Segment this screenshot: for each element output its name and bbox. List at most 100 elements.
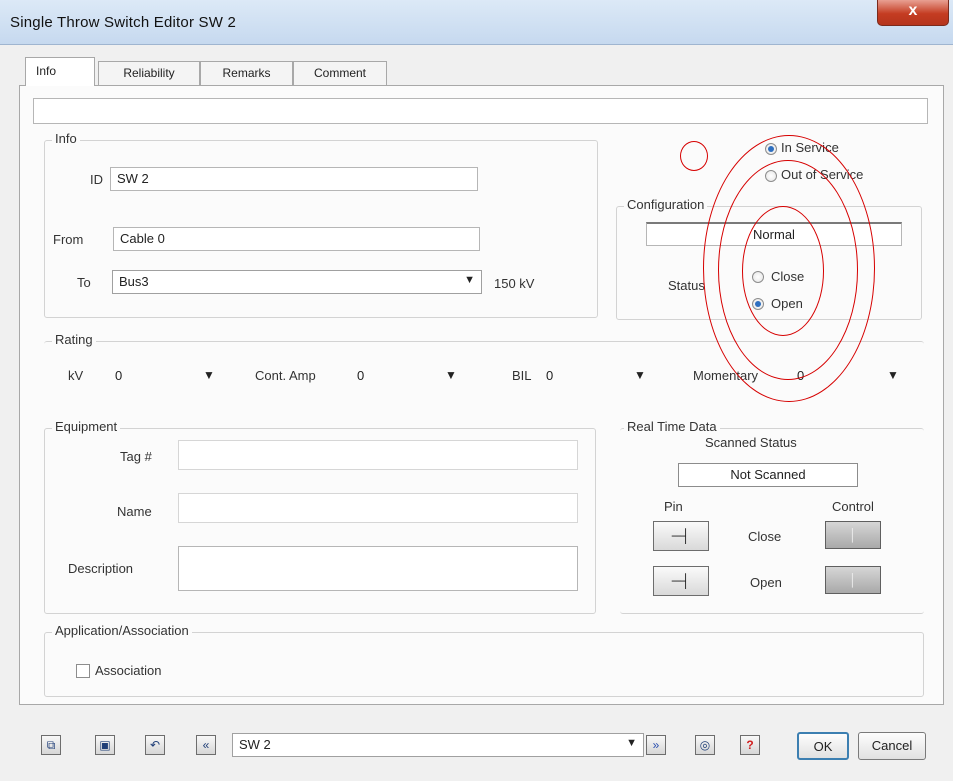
switch-icon: │ bbox=[849, 573, 857, 587]
control-label: Control bbox=[832, 499, 874, 514]
tab-info[interactable]: Info bbox=[25, 57, 95, 86]
momentary-label: Momentary bbox=[693, 368, 759, 383]
to-label: To bbox=[77, 275, 91, 290]
to-bus-select[interactable]: Bus3 ▼ bbox=[112, 270, 482, 294]
chevron-down-icon: ▼ bbox=[203, 368, 215, 382]
application-group-label: Application/Association bbox=[52, 623, 192, 638]
find-glyph: ◎ bbox=[699, 738, 711, 752]
kv-select[interactable]: 0 ▼ bbox=[115, 366, 225, 388]
tab-reliability-label: Reliability bbox=[123, 66, 175, 80]
pin-icon: ─┤ bbox=[671, 573, 691, 588]
chevron-down-icon: ▼ bbox=[887, 368, 899, 382]
bil-label: BIL bbox=[512, 368, 532, 383]
close-label: Close bbox=[748, 529, 782, 544]
scanned-status-value: Not Scanned bbox=[730, 467, 806, 482]
help-icon[interactable]: ? bbox=[740, 735, 760, 755]
open-label: Open bbox=[750, 575, 782, 590]
configuration-value: Normal bbox=[753, 227, 795, 242]
out-of-service-label: Out of Service bbox=[781, 167, 864, 182]
bil-select[interactable]: 0 ▼ bbox=[546, 366, 656, 388]
tab-info-label: Info bbox=[36, 64, 57, 78]
to-bus-value: Bus3 bbox=[119, 274, 149, 289]
scanned-status-label: Scanned Status bbox=[705, 435, 797, 450]
tab-comment[interactable]: Comment bbox=[293, 61, 387, 85]
status-label: Status bbox=[668, 278, 705, 293]
configuration-group-label: Configuration bbox=[624, 197, 708, 212]
control-close-button[interactable]: │ bbox=[825, 521, 881, 549]
association-label: Association bbox=[95, 663, 162, 678]
status-open-label: Open bbox=[771, 296, 803, 311]
close-window-button[interactable]: x bbox=[877, 0, 949, 26]
id-field[interactable]: SW 2 bbox=[110, 167, 478, 191]
equipment-group-label: Equipment bbox=[52, 419, 121, 434]
title-bar: Single Throw Switch Editor SW 2 x bbox=[0, 0, 953, 45]
top-text-field[interactable] bbox=[33, 98, 928, 124]
paste-glyph: ▣ bbox=[99, 738, 111, 752]
find-icon[interactable]: ◎ bbox=[695, 735, 715, 755]
kv-label: kV bbox=[68, 368, 84, 383]
chevron-down-icon: ▼ bbox=[445, 368, 457, 382]
help-glyph: ? bbox=[746, 738, 754, 752]
pin-label: Pin bbox=[664, 499, 683, 514]
back-glyph: « bbox=[202, 738, 210, 752]
from-label: From bbox=[53, 232, 84, 247]
id-label: ID bbox=[90, 172, 103, 187]
copy-glyph: ⧉ bbox=[46, 738, 56, 752]
cancel-label: Cancel bbox=[871, 738, 913, 753]
forward-icon[interactable]: » bbox=[646, 735, 666, 755]
cont-amp-label: Cont. Amp bbox=[255, 368, 316, 383]
description-label: Description bbox=[68, 561, 134, 576]
tab-reliability[interactable]: Reliability bbox=[98, 61, 200, 85]
configuration-select[interactable]: Normal bbox=[646, 222, 902, 246]
cont-amp-value: 0 bbox=[357, 368, 365, 383]
association-checkbox[interactable] bbox=[76, 664, 90, 678]
paste-icon[interactable]: ▣ bbox=[95, 735, 115, 755]
pin-open-button[interactable]: ─┤ bbox=[653, 566, 709, 596]
undo-icon[interactable]: ↶ bbox=[145, 735, 165, 755]
pin-icon: ─┤ bbox=[671, 528, 691, 543]
from-field[interactable]: Cable 0 bbox=[113, 227, 480, 251]
status-close-radio[interactable] bbox=[752, 271, 764, 283]
element-navigator-value: SW 2 bbox=[239, 737, 271, 752]
name-label: Name bbox=[117, 504, 152, 519]
pin-close-button[interactable]: ─┤ bbox=[653, 521, 709, 551]
back-icon[interactable]: « bbox=[196, 735, 216, 755]
copy-icon[interactable]: ⧉ bbox=[41, 735, 61, 755]
realtime-group-label: Real Time Data bbox=[624, 419, 720, 434]
in-service-radio[interactable] bbox=[765, 143, 777, 155]
to-kv-text: 150 kV bbox=[494, 276, 535, 291]
momentary-value: 0 bbox=[797, 368, 805, 383]
application-group bbox=[44, 632, 924, 697]
control-open-button[interactable]: │ bbox=[825, 566, 881, 594]
tab-comment-label: Comment bbox=[313, 66, 366, 80]
close-icon: x bbox=[908, 2, 918, 19]
bil-value: 0 bbox=[546, 368, 554, 383]
cont-amp-select[interactable]: 0 ▼ bbox=[357, 366, 467, 388]
info-group-label: Info bbox=[52, 131, 80, 146]
tag-label: Tag # bbox=[120, 449, 152, 464]
description-field[interactable] bbox=[178, 546, 578, 591]
status-open-radio[interactable] bbox=[752, 298, 764, 310]
chevron-down-icon: ▼ bbox=[464, 274, 475, 286]
tab-remarks-label: Remarks bbox=[222, 66, 271, 80]
name-field[interactable] bbox=[178, 493, 578, 523]
ok-button[interactable]: OK bbox=[797, 732, 849, 760]
cancel-button[interactable]: Cancel bbox=[858, 732, 926, 760]
scanned-status-field: Not Scanned bbox=[678, 463, 858, 487]
ok-label: OK bbox=[813, 739, 833, 754]
tag-field[interactable] bbox=[178, 440, 578, 470]
in-service-label: In Service bbox=[781, 140, 839, 155]
tab-remarks[interactable]: Remarks bbox=[200, 61, 293, 85]
undo-glyph: ↶ bbox=[149, 738, 161, 752]
chevron-down-icon: ▼ bbox=[626, 737, 637, 749]
momentary-select[interactable]: 0 ▼ bbox=[797, 366, 907, 388]
element-navigator-select[interactable]: SW 2 ▼ bbox=[232, 733, 644, 757]
rating-group-label: Rating bbox=[52, 332, 96, 347]
window-title: Single Throw Switch Editor SW 2 bbox=[10, 14, 237, 31]
forward-glyph: » bbox=[652, 738, 660, 752]
out-of-service-radio[interactable] bbox=[765, 170, 777, 182]
status-close-label: Close bbox=[771, 269, 805, 284]
chevron-down-icon: ▼ bbox=[634, 368, 646, 382]
kv-value: 0 bbox=[115, 368, 123, 383]
switch-icon: │ bbox=[849, 528, 857, 542]
